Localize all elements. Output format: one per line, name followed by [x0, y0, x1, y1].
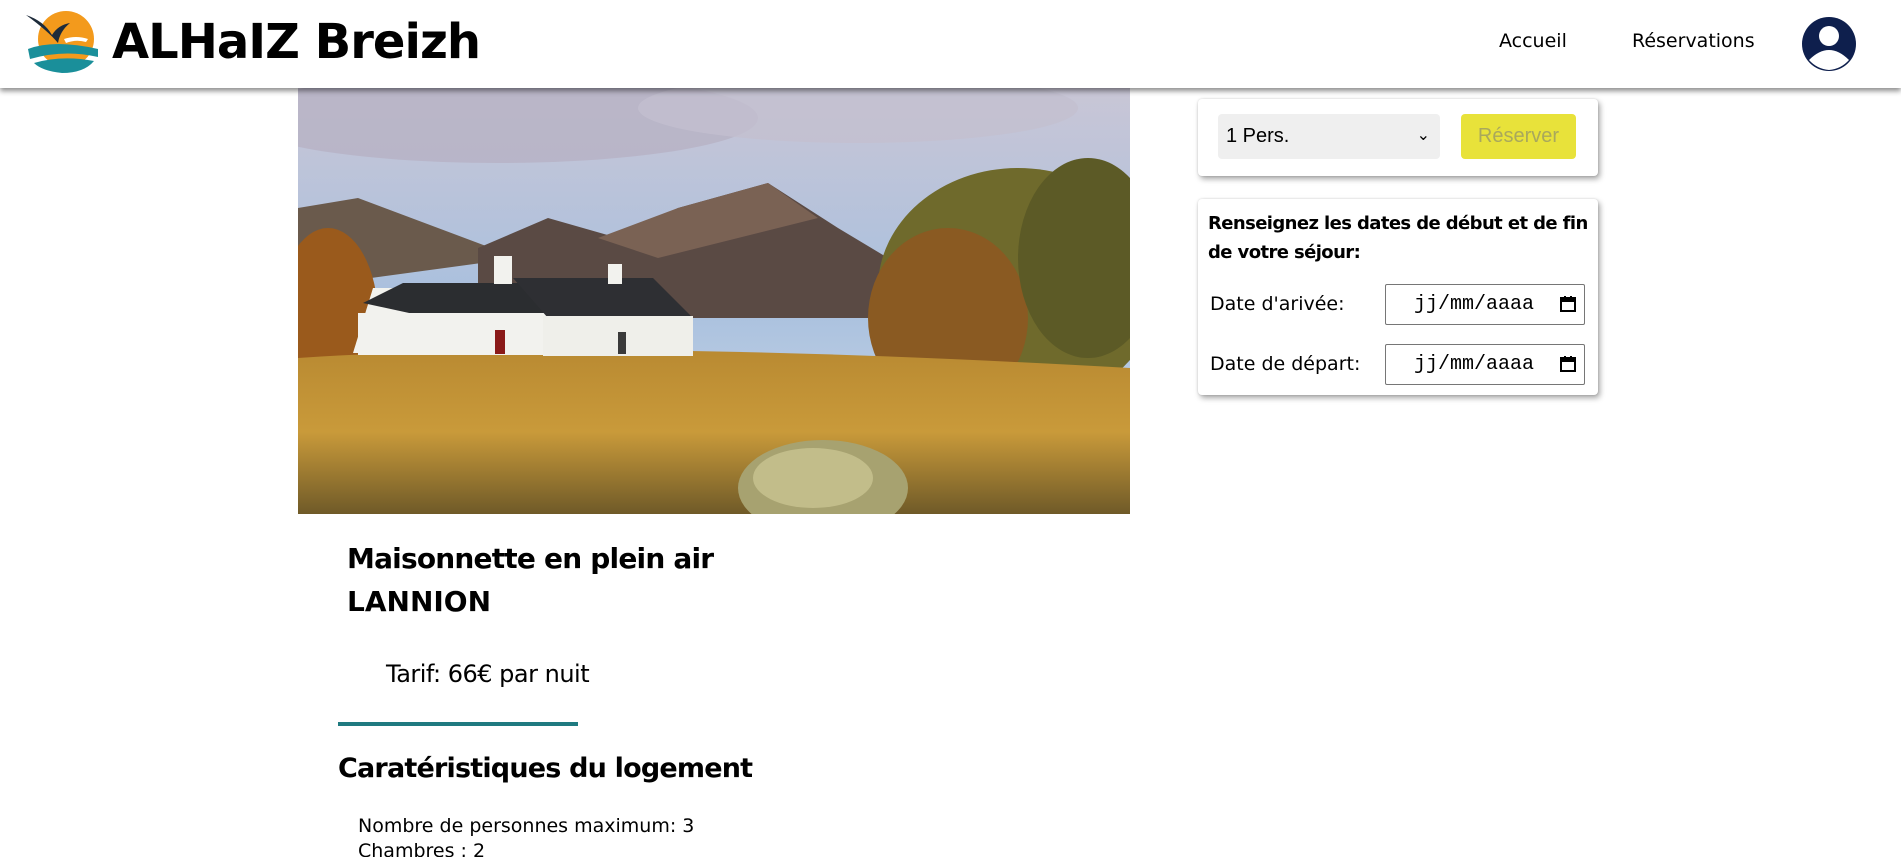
- reserve-button[interactable]: Réserver: [1461, 114, 1576, 159]
- features-heading: Caratéristiques du logement: [338, 753, 753, 784]
- booking-card: 1 Pers. ⌄ Réserver: [1198, 99, 1598, 176]
- calendar-icon[interactable]: [1559, 355, 1577, 373]
- listing-title: Maisonnette en plein air: [347, 542, 714, 575]
- departure-date-placeholder: jj/mm/aaaa: [1414, 353, 1535, 376]
- persons-select[interactable]: 1 Pers. ⌄: [1218, 114, 1440, 159]
- chevron-down-icon: ⌄: [1416, 127, 1430, 144]
- dates-prompt: Renseignez les dates de début et de fin …: [1208, 213, 1588, 263]
- brand-name[interactable]: ALHaIZ Breizh: [112, 14, 481, 70]
- logo-icon[interactable]: [24, 9, 102, 75]
- nav-link-reservations[interactable]: Réservations: [1632, 30, 1755, 52]
- user-avatar-icon[interactable]: [1796, 16, 1862, 72]
- top-header: ALHaIZ Breizh Accueil Réservations: [0, 0, 1901, 88]
- feature-item: Nombre de personnes maximum: 3: [358, 815, 695, 837]
- calendar-icon[interactable]: [1559, 295, 1577, 313]
- arrival-date-placeholder: jj/mm/aaaa: [1414, 293, 1535, 316]
- departure-date-input[interactable]: jj/mm/aaaa: [1385, 344, 1585, 385]
- arrival-date-label: Date d'arivée:: [1210, 293, 1345, 315]
- nav-link-home[interactable]: Accueil: [1499, 30, 1567, 52]
- dates-card: Renseignez les dates de début et de fin …: [1198, 199, 1598, 395]
- arrival-date-input[interactable]: jj/mm/aaaa: [1385, 284, 1585, 325]
- section-divider: [338, 722, 578, 726]
- listing-city: LANNION: [347, 585, 492, 618]
- departure-date-label: Date de départ:: [1210, 353, 1361, 375]
- listing-photo: [298, 88, 1130, 514]
- persons-select-value: 1 Pers.: [1226, 125, 1290, 147]
- listing-price: Tarif: 66€ par nuit: [386, 660, 590, 688]
- feature-item: Chambres : 2: [358, 840, 486, 857]
